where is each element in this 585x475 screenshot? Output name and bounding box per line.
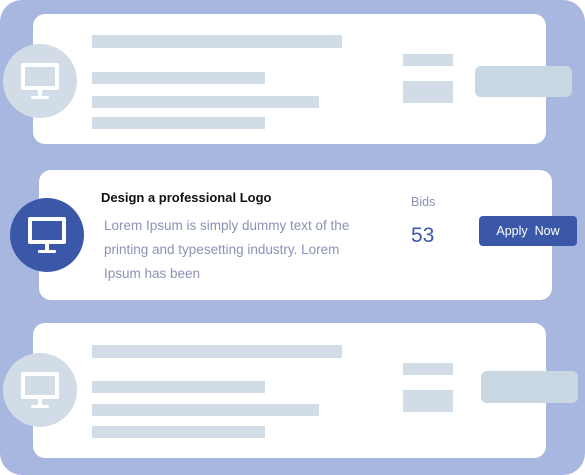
- skeleton-bids-count: [403, 81, 453, 103]
- monitor-icon: [21, 372, 59, 408]
- skeleton-bids-label: [403, 363, 453, 375]
- skeleton-button: [481, 371, 578, 403]
- job-avatar-placeholder: [3, 353, 77, 427]
- bids-count: 53: [411, 224, 435, 247]
- skeleton-line: [92, 381, 265, 393]
- skeleton-line: [92, 96, 319, 108]
- monitor-icon: [21, 63, 59, 99]
- skeleton-line: [92, 345, 342, 358]
- job-title: Design a professional Logo: [101, 190, 272, 205]
- skeleton-bids-label: [403, 54, 453, 66]
- skeleton-bids-count: [403, 390, 453, 412]
- skeleton-line: [92, 117, 265, 129]
- monitor-icon: [28, 217, 66, 253]
- job-avatar: [10, 198, 84, 272]
- job-avatar-placeholder: [3, 44, 77, 118]
- bids-label: Bids: [411, 195, 436, 209]
- skeleton-line: [92, 35, 342, 48]
- job-list-panel: Design a professional Logo Lorem Ipsum i…: [0, 0, 585, 475]
- skeleton-button: [475, 66, 572, 97]
- apply-now-button[interactable]: Apply Now: [479, 216, 577, 246]
- skeleton-line: [92, 72, 265, 84]
- job-description: Lorem Ipsum is simply dummy text of the …: [104, 218, 350, 281]
- skeleton-line: [92, 404, 319, 416]
- skeleton-line: [92, 426, 265, 438]
